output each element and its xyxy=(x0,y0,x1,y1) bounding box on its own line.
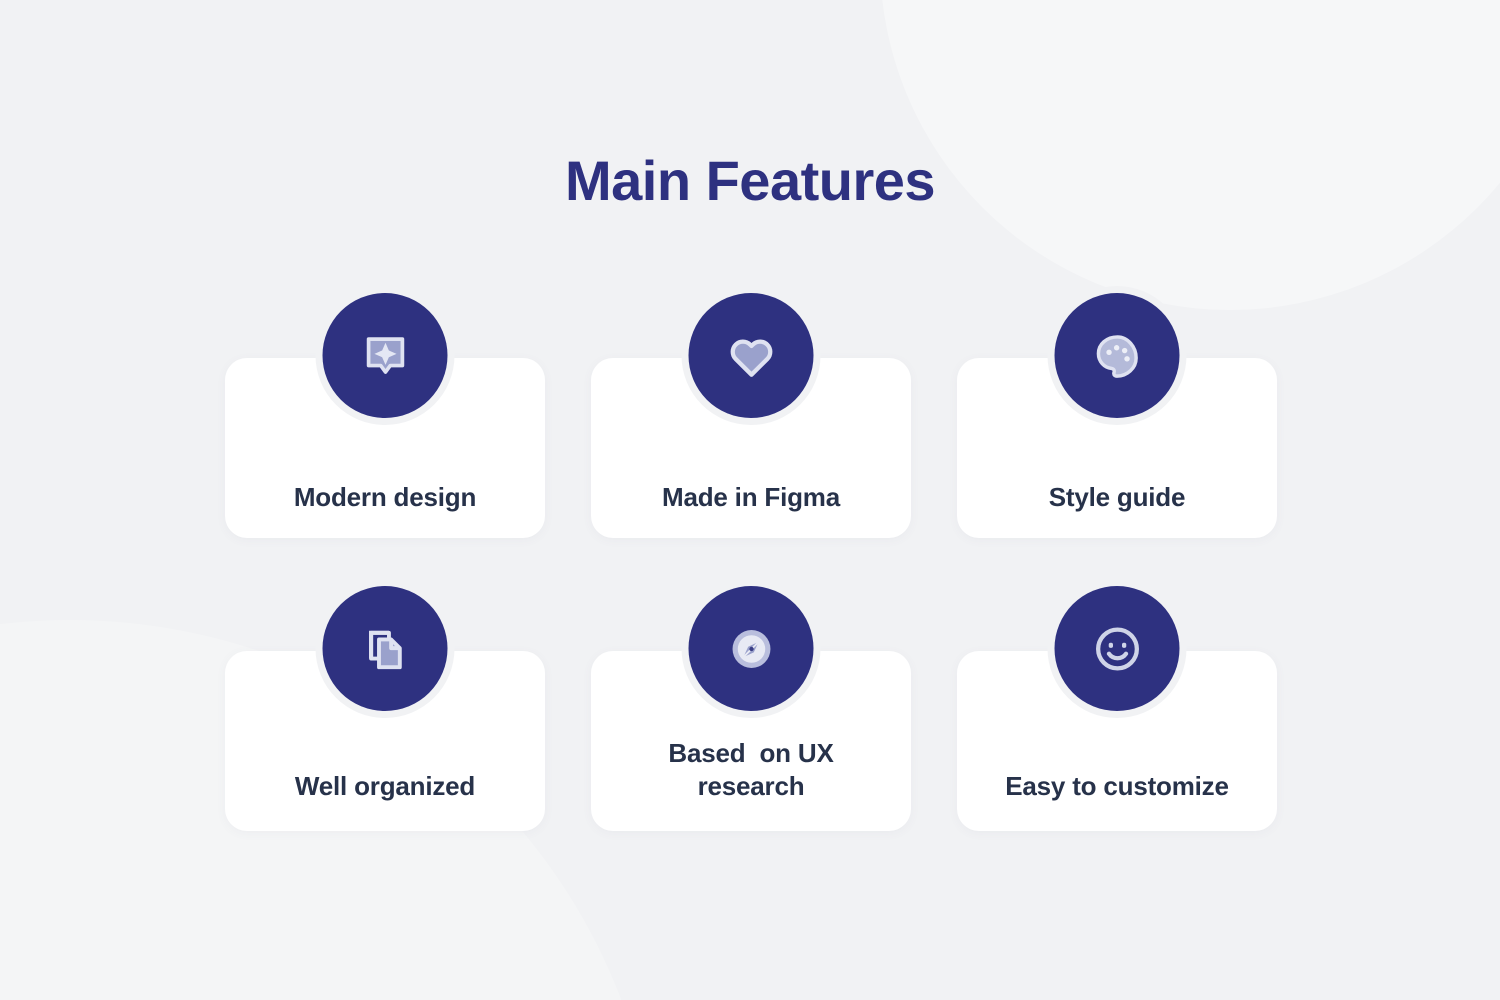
feature-card-made-in-figma[interactable]: Made in Figma xyxy=(591,293,911,538)
smiley-face-icon xyxy=(1054,586,1180,711)
features-page: Main Features Modern design Made in Figm… xyxy=(0,0,1500,1000)
feature-label: Well organized xyxy=(294,770,476,801)
feature-card-style-guide[interactable]: Style guide xyxy=(957,293,1277,538)
feature-card-based-on-ux-research[interactable]: Based on UX research xyxy=(591,586,911,831)
feature-label: Modern design xyxy=(293,481,477,512)
feature-label: Style guide xyxy=(1048,481,1186,512)
feature-card-modern-design[interactable]: Modern design xyxy=(225,293,545,538)
compass-icon xyxy=(688,586,814,711)
feature-label: Made in Figma xyxy=(662,481,840,512)
palette-icon xyxy=(1054,293,1180,418)
feature-label: Easy to customize xyxy=(1005,770,1229,801)
sparkle-chat-icon xyxy=(322,293,448,418)
page-title: Main Features xyxy=(564,149,936,212)
heart-icon xyxy=(688,293,814,418)
copy-documents-icon xyxy=(322,586,448,711)
feature-card-well-organized[interactable]: Well organized xyxy=(225,586,545,831)
feature-label: Based on UX research xyxy=(668,737,834,801)
feature-card-easy-to-customize[interactable]: Easy to customize xyxy=(957,586,1277,831)
features-grid: Modern design Made in Figma Style guide … xyxy=(225,293,1278,831)
